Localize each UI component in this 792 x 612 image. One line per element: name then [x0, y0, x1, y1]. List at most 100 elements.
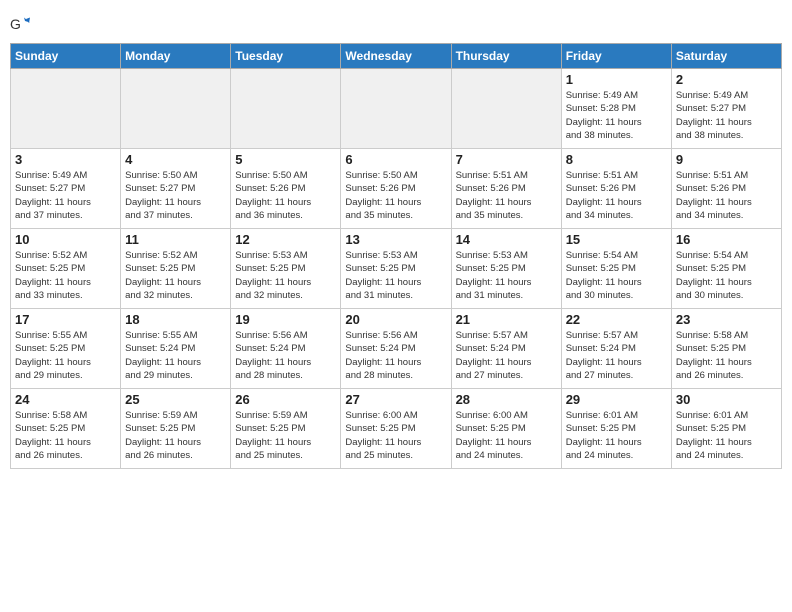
day-info: Sunrise: 5:55 AM Sunset: 5:24 PM Dayligh…	[125, 329, 226, 382]
day-number: 13	[345, 232, 446, 247]
calendar-cell: 1Sunrise: 5:49 AM Sunset: 5:28 PM Daylig…	[561, 69, 671, 149]
day-info: Sunrise: 5:58 AM Sunset: 5:25 PM Dayligh…	[676, 329, 777, 382]
day-info: Sunrise: 5:58 AM Sunset: 5:25 PM Dayligh…	[15, 409, 116, 462]
logo-area: G	[10, 10, 32, 35]
weekday-header-saturday: Saturday	[671, 44, 781, 69]
day-number: 30	[676, 392, 777, 407]
day-info: Sunrise: 6:00 AM Sunset: 5:25 PM Dayligh…	[456, 409, 557, 462]
svg-text:G: G	[10, 16, 21, 32]
day-info: Sunrise: 5:51 AM Sunset: 5:26 PM Dayligh…	[676, 169, 777, 222]
calendar-cell: 15Sunrise: 5:54 AM Sunset: 5:25 PM Dayli…	[561, 229, 671, 309]
calendar-cell	[451, 69, 561, 149]
calendar-cell	[11, 69, 121, 149]
calendar-cell: 13 Sunrise: 5:53 AM Sunset: 5:25 PM Dayli…	[341, 229, 451, 309]
calendar-cell: 25Sunrise: 5:59 AM Sunset: 5:25 PM Dayli…	[121, 389, 231, 469]
calendar-cell: 12 Sunrise: 5:53 AM Sunset: 5:25 PM Dayli…	[231, 229, 341, 309]
day-info: Sunrise: 5:52 AM Sunset: 5:25 PM Dayligh…	[125, 249, 226, 302]
calendar-cell: 14 Sunrise: 5:53 AM Sunset: 5:25 PM Dayli…	[451, 229, 561, 309]
day-info: Sunrise: 5:51 AM Sunset: 5:26 PM Dayligh…	[456, 169, 557, 222]
day-info: Sunrise: 5:56 AM Sunset: 5:24 PM Dayligh…	[345, 329, 446, 382]
week-row-2: 3 Sunrise: 5:49 AM Sunset: 5:27 PM Daylig…	[11, 149, 782, 229]
week-row-1: 1Sunrise: 5:49 AM Sunset: 5:28 PM Daylig…	[11, 69, 782, 149]
calendar-cell	[231, 69, 341, 149]
day-info: Sunrise: 5:56 AM Sunset: 5:24 PM Dayligh…	[235, 329, 336, 382]
calendar-cell: 26 Sunrise: 5:59 AM Sunset: 5:25 PM Dayli…	[231, 389, 341, 469]
calendar-cell: 27 Sunrise: 6:00 AM Sunset: 5:25 PM Dayli…	[341, 389, 451, 469]
day-info: Sunrise: 5:55 AM Sunset: 5:25 PM Dayligh…	[15, 329, 116, 382]
calendar-cell: 4 Sunrise: 5:50 AM Sunset: 5:27 PM Daylig…	[121, 149, 231, 229]
calendar-cell: 2 Sunrise: 5:49 AM Sunset: 5:27 PM Daylig…	[671, 69, 781, 149]
calendar-cell: 3 Sunrise: 5:49 AM Sunset: 5:27 PM Daylig…	[11, 149, 121, 229]
day-info: Sunrise: 5:50 AM Sunset: 5:26 PM Dayligh…	[235, 169, 336, 222]
weekday-header-wednesday: Wednesday	[341, 44, 451, 69]
day-info: Sunrise: 6:01 AM Sunset: 5:25 PM Dayligh…	[676, 409, 777, 462]
day-info: Sunrise: 5:51 AM Sunset: 5:26 PM Dayligh…	[566, 169, 667, 222]
day-number: 6	[345, 152, 446, 167]
day-number: 9	[676, 152, 777, 167]
calendar-cell: 21 Sunrise: 5:57 AM Sunset: 5:24 PM Dayli…	[451, 309, 561, 389]
day-number: 25	[125, 392, 226, 407]
day-number: 19	[235, 312, 336, 327]
calendar-cell: 20 Sunrise: 5:56 AM Sunset: 5:24 PM Dayli…	[341, 309, 451, 389]
week-row-5: 24Sunrise: 5:58 AM Sunset: 5:25 PM Dayli…	[11, 389, 782, 469]
day-info: Sunrise: 5:54 AM Sunset: 5:25 PM Dayligh…	[676, 249, 777, 302]
day-info: Sunrise: 5:50 AM Sunset: 5:26 PM Dayligh…	[345, 169, 446, 222]
weekday-header-sunday: Sunday	[11, 44, 121, 69]
day-info: Sunrise: 5:53 AM Sunset: 5:25 PM Dayligh…	[235, 249, 336, 302]
calendar-cell: 7 Sunrise: 5:51 AM Sunset: 5:26 PM Daylig…	[451, 149, 561, 229]
calendar-cell: 5 Sunrise: 5:50 AM Sunset: 5:26 PM Daylig…	[231, 149, 341, 229]
day-number: 2	[676, 72, 777, 87]
day-info: Sunrise: 5:57 AM Sunset: 5:24 PM Dayligh…	[566, 329, 667, 382]
day-number: 7	[456, 152, 557, 167]
day-info: Sunrise: 5:59 AM Sunset: 5:25 PM Dayligh…	[235, 409, 336, 462]
day-info: Sunrise: 5:53 AM Sunset: 5:25 PM Dayligh…	[345, 249, 446, 302]
day-info: Sunrise: 5:52 AM Sunset: 5:25 PM Dayligh…	[15, 249, 116, 302]
calendar-cell: 23 Sunrise: 5:58 AM Sunset: 5:25 PM Dayli…	[671, 309, 781, 389]
calendar-cell: 16 Sunrise: 5:54 AM Sunset: 5:25 PM Dayli…	[671, 229, 781, 309]
calendar-cell: 18Sunrise: 5:55 AM Sunset: 5:24 PM Dayli…	[121, 309, 231, 389]
day-number: 20	[345, 312, 446, 327]
day-number: 29	[566, 392, 667, 407]
day-number: 21	[456, 312, 557, 327]
day-number: 1	[566, 72, 667, 87]
day-info: Sunrise: 6:01 AM Sunset: 5:25 PM Dayligh…	[566, 409, 667, 462]
calendar-cell	[121, 69, 231, 149]
weekday-header-tuesday: Tuesday	[231, 44, 341, 69]
day-info: Sunrise: 5:50 AM Sunset: 5:27 PM Dayligh…	[125, 169, 226, 222]
day-number: 22	[566, 312, 667, 327]
logo-icon: G	[10, 15, 30, 35]
calendar-cell	[341, 69, 451, 149]
day-number: 5	[235, 152, 336, 167]
day-number: 4	[125, 152, 226, 167]
day-number: 12	[235, 232, 336, 247]
day-number: 3	[15, 152, 116, 167]
week-row-3: 10 Sunrise: 5:52 AM Sunset: 5:25 PM Dayli…	[11, 229, 782, 309]
calendar-cell: 9 Sunrise: 5:51 AM Sunset: 5:26 PM Daylig…	[671, 149, 781, 229]
calendar-table: SundayMondayTuesdayWednesdayThursdayFrid…	[10, 43, 782, 469]
calendar-cell: 24Sunrise: 5:58 AM Sunset: 5:25 PM Dayli…	[11, 389, 121, 469]
day-info: Sunrise: 5:49 AM Sunset: 5:27 PM Dayligh…	[676, 89, 777, 142]
calendar-cell: 8Sunrise: 5:51 AM Sunset: 5:26 PM Daylig…	[561, 149, 671, 229]
day-number: 27	[345, 392, 446, 407]
day-info: Sunrise: 5:49 AM Sunset: 5:27 PM Dayligh…	[15, 169, 116, 222]
day-info: Sunrise: 6:00 AM Sunset: 5:25 PM Dayligh…	[345, 409, 446, 462]
calendar-cell: 19 Sunrise: 5:56 AM Sunset: 5:24 PM Dayli…	[231, 309, 341, 389]
week-row-4: 17 Sunrise: 5:55 AM Sunset: 5:25 PM Dayli…	[11, 309, 782, 389]
day-number: 23	[676, 312, 777, 327]
day-info: Sunrise: 5:57 AM Sunset: 5:24 PM Dayligh…	[456, 329, 557, 382]
day-number: 26	[235, 392, 336, 407]
calendar-cell: 28Sunrise: 6:00 AM Sunset: 5:25 PM Dayli…	[451, 389, 561, 469]
header: G	[10, 10, 782, 35]
weekday-header-thursday: Thursday	[451, 44, 561, 69]
day-number: 16	[676, 232, 777, 247]
day-number: 17	[15, 312, 116, 327]
calendar-cell: 6 Sunrise: 5:50 AM Sunset: 5:26 PM Daylig…	[341, 149, 451, 229]
day-info: Sunrise: 5:53 AM Sunset: 5:25 PM Dayligh…	[456, 249, 557, 302]
day-number: 10	[15, 232, 116, 247]
calendar-cell: 10 Sunrise: 5:52 AM Sunset: 5:25 PM Dayli…	[11, 229, 121, 309]
logo: G	[10, 15, 32, 35]
calendar-cell: 29 Sunrise: 6:01 AM Sunset: 5:25 PM Dayli…	[561, 389, 671, 469]
calendar-cell: 17 Sunrise: 5:55 AM Sunset: 5:25 PM Dayli…	[11, 309, 121, 389]
page: G SundayMondayTuesdayWednesdayThursdayFr…	[0, 0, 792, 612]
day-number: 14	[456, 232, 557, 247]
